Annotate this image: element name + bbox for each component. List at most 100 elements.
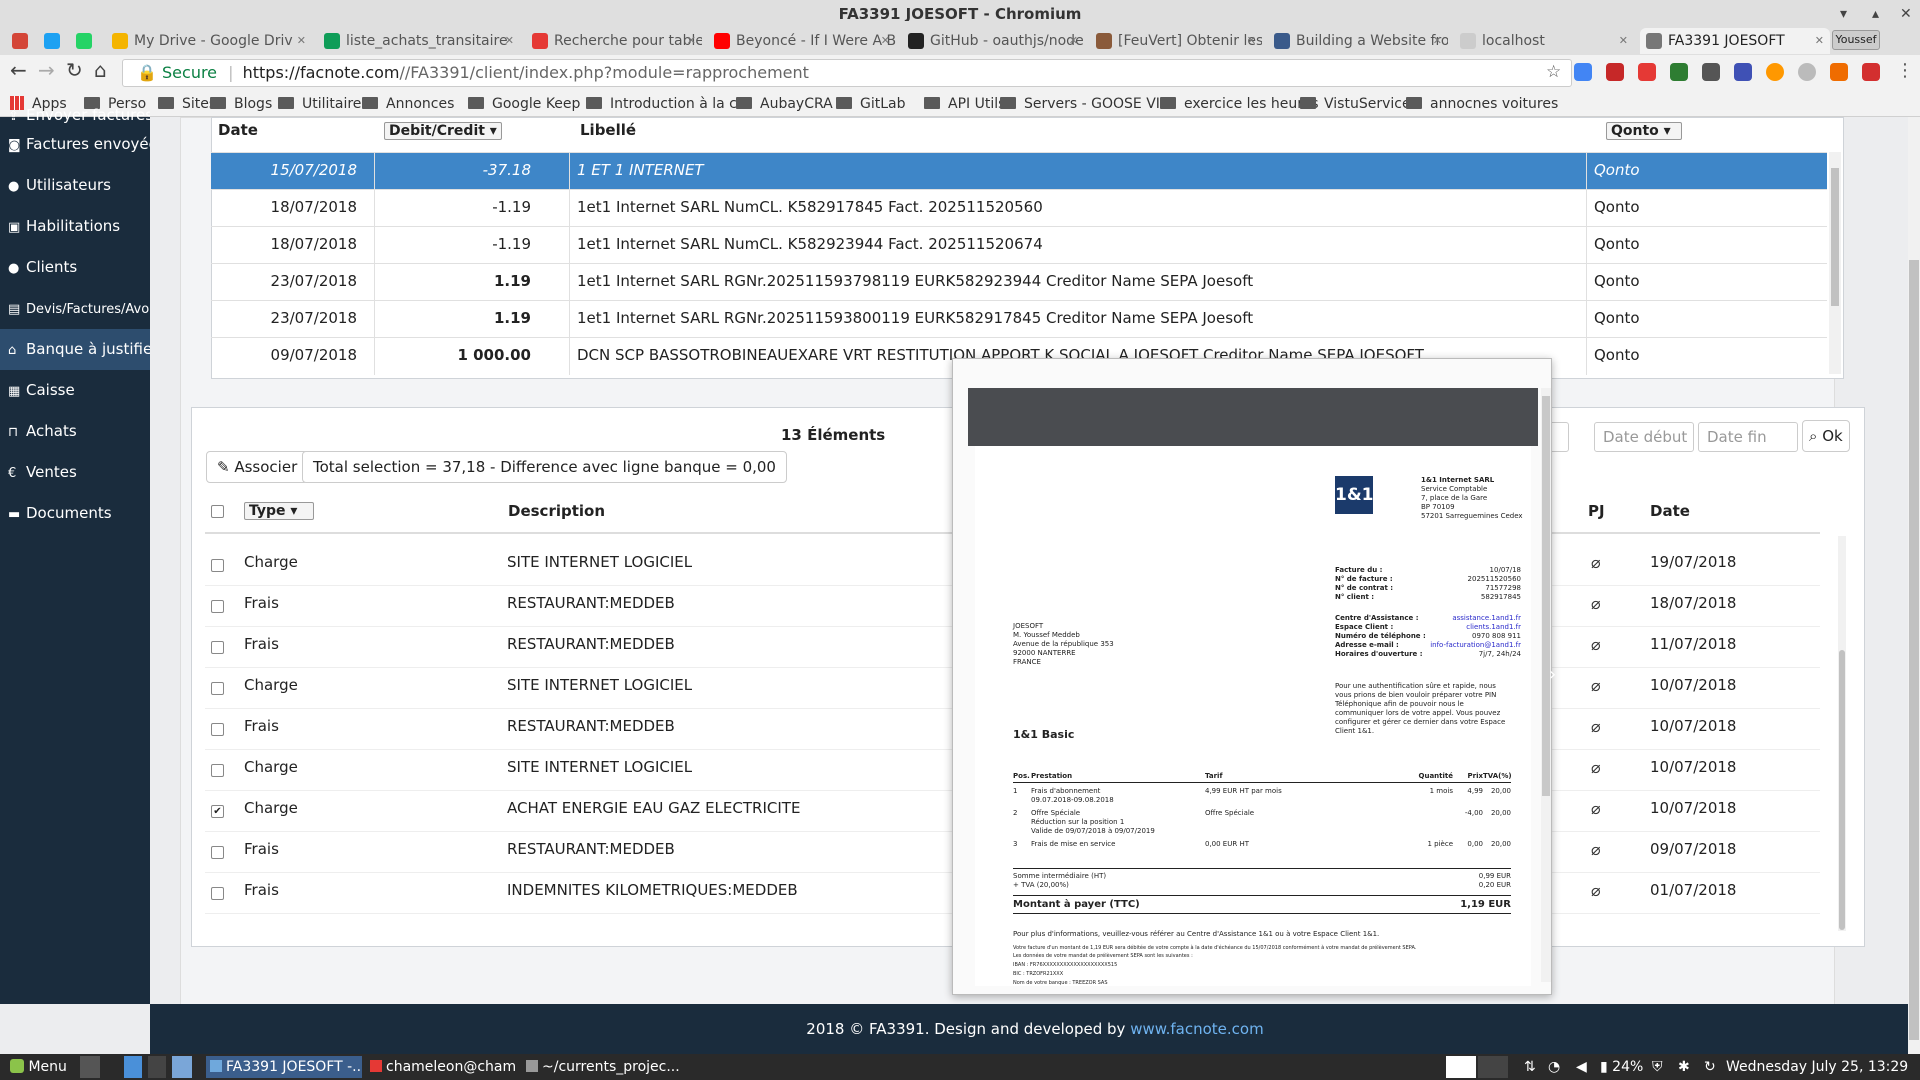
terminal-launcher-icon[interactable] — [148, 1056, 166, 1078]
row-checkbox[interactable] — [211, 846, 224, 859]
bank-row[interactable]: 23/07/2018 1.19 1et1 Internet SARL RGNr.20… — [211, 263, 1827, 301]
attachment-icon[interactable]: ⌀ — [1591, 594, 1601, 613]
date-end-input[interactable]: Date fin — [1698, 422, 1798, 452]
taskbar-window-2[interactable]: ~/currents_projec... — [522, 1056, 692, 1078]
menu-icon[interactable]: ⋮ — [1896, 60, 1914, 81]
address-bar[interactable]: 🔒 Secure | https://facnote.com//FA3391/c… — [122, 59, 1572, 87]
tab-close-icon[interactable]: ✕ — [881, 28, 890, 54]
sidebar-item-banque-justifier[interactable]: ⌂ Banque à justifier — [0, 329, 150, 370]
bank-row[interactable]: 23/07/2018 1.19 1et1 Internet SARL RGNr.20… — [211, 300, 1827, 338]
tab-2[interactable] — [70, 28, 100, 54]
sidebar-item-clients[interactable]: ● Clients — [0, 247, 150, 288]
bookmark-10[interactable]: API Utils — [924, 95, 1005, 113]
bluetooth-icon[interactable]: ✱ — [1674, 1056, 1694, 1078]
reload-icon[interactable]: ↻ — [66, 58, 83, 82]
network-icon[interactable]: ⇅ — [1520, 1056, 1540, 1078]
attachment-icon[interactable]: ⌀ — [1591, 676, 1601, 695]
files-launcher-icon[interactable] — [172, 1056, 192, 1078]
volume-icon[interactable]: ◀ — [1572, 1056, 1591, 1078]
tab-0[interactable] — [6, 28, 34, 54]
tab-3[interactable]: My Drive - Google Driv ✕ — [106, 28, 312, 54]
tab-close-icon[interactable]: ✕ — [1619, 28, 1628, 54]
attachment-icon[interactable]: ⌀ — [1591, 635, 1601, 654]
bookmark-12[interactable]: exercice les heures — [1160, 95, 1319, 113]
select-all-checkbox[interactable] — [211, 505, 224, 518]
tab-8[interactable]: [FeuVert] Obtenir les in✕ — [1090, 28, 1262, 54]
tab-close-icon[interactable]: ✕ — [1247, 28, 1256, 54]
tab-close-icon[interactable]: ✕ — [1433, 28, 1442, 54]
bookmark-8[interactable]: AubayCRA — [736, 95, 833, 113]
tab-close-icon[interactable]: ✕ — [687, 28, 696, 54]
row-checkbox[interactable] — [211, 723, 224, 736]
attachment-icon[interactable]: ⌀ — [1591, 717, 1601, 736]
workspace-2[interactable] — [1478, 1056, 1508, 1078]
viewer-next-icon[interactable]: › — [1549, 664, 1556, 685]
date-start-input[interactable]: Date début — [1594, 422, 1694, 452]
calendar-icon[interactable] — [1734, 63, 1752, 81]
bookmark-14[interactable]: annocnes voitures — [1406, 95, 1558, 113]
screenshot-icon[interactable] — [1670, 63, 1688, 81]
yab-icon[interactable] — [1862, 63, 1880, 81]
bank-scroll-thumb[interactable] — [1831, 168, 1839, 306]
taskbar-window-1[interactable]: chameleon@cham... — [366, 1056, 516, 1078]
bookmark-11[interactable]: Servers - GOOSE VI — [1000, 95, 1160, 113]
clock[interactable]: Wednesday July 25, 13:29 — [1722, 1056, 1912, 1078]
sidebar-item-devis-factures-avoir[interactable]: ▤ Devis/Factures/Avoir — [0, 288, 150, 329]
sidebar-item-factures-envoy-es[interactable]: ◙ Factures envoyées — [0, 124, 150, 165]
sidebar-item-achats[interactable]: ⊓ Achats — [0, 411, 150, 452]
opera-icon[interactable] — [1638, 63, 1656, 81]
chromium-launcher-icon[interactable] — [124, 1056, 142, 1078]
bookmark-3[interactable]: Blogs — [210, 95, 272, 113]
bookmark-9[interactable]: GitLab — [836, 95, 906, 113]
back-icon[interactable]: ← — [10, 58, 27, 82]
sidebar-item-caisse[interactable]: ▦ Caisse — [0, 370, 150, 411]
row-checkbox[interactable] — [211, 559, 224, 572]
start-menu-button[interactable]: Menu — [6, 1056, 71, 1078]
tab-close-icon[interactable]: ✕ — [297, 28, 306, 54]
tab-9[interactable]: Building a Website fron ✕ — [1268, 28, 1448, 54]
row-checkbox[interactable] — [211, 887, 224, 900]
row-checkbox[interactable] — [211, 641, 224, 654]
battery-indicator[interactable]: ▮ 24% — [1596, 1056, 1647, 1078]
attachment-icon[interactable]: ⌀ — [1591, 758, 1601, 777]
page-scroll-thumb[interactable] — [1909, 260, 1919, 1040]
attachment-icon[interactable]: ⌀ — [1591, 553, 1601, 572]
extension-icon[interactable] — [1702, 63, 1720, 81]
tab-6[interactable]: Beyoncé - If I Were A B ✕ — [708, 28, 896, 54]
adblock-icon[interactable] — [1606, 63, 1624, 81]
home-icon[interactable]: ⌂ — [94, 58, 107, 82]
sidebar-item-habilitations[interactable]: ▣ Habilitations — [0, 206, 150, 247]
tab-11[interactable]: FA3391 JOESOFT ✕ — [1640, 28, 1830, 54]
bank-row[interactable]: 18/07/2018 -1.19 1et1 Internet SARL NumCL.… — [211, 226, 1827, 264]
bookmark-5[interactable]: Annonces — [362, 95, 454, 113]
bank-filter-select[interactable]: Qonto ▾ — [1606, 121, 1682, 140]
tab-close-icon[interactable]: ✕ — [1069, 28, 1078, 54]
bookmark-13[interactable]: VistuService — [1300, 95, 1411, 113]
tab-10[interactable]: localhost ✕ — [1454, 28, 1634, 54]
update-icon[interactable]: ↻ — [1700, 1056, 1720, 1078]
star-icon[interactable]: ☆ — [1546, 62, 1561, 82]
bank-row[interactable]: 15/07/2018 -37.18 1 ET 1 INTERNET Qonto — [211, 152, 1827, 190]
sidebar-item-documents[interactable]: ▬ Documents — [0, 493, 150, 534]
col-debit-header[interactable]: Debit/Credit ▾ — [384, 121, 502, 140]
attachment-icon[interactable]: ⌀ — [1591, 799, 1601, 818]
shield-icon[interactable]: ⛨ — [1648, 1056, 1667, 1078]
tab-5[interactable]: Recherche pour tablea ✕ — [526, 28, 702, 54]
docs-scroll-thumb[interactable] — [1839, 650, 1845, 930]
attachment-icon[interactable]: ⌀ — [1591, 840, 1601, 859]
row-checkbox[interactable]: ✔ — [211, 805, 224, 818]
row-checkbox[interactable] — [211, 764, 224, 777]
type-filter-select[interactable]: Type ▾ — [244, 501, 314, 520]
tab-1[interactable] — [38, 28, 66, 54]
associate-button[interactable]: ✎ Associer — [206, 451, 309, 483]
row-checkbox[interactable] — [211, 682, 224, 695]
footer-link[interactable]: www.facnote.com — [1130, 1020, 1264, 1038]
translate-icon[interactable] — [1574, 63, 1592, 81]
wifi-icon[interactable]: ◔ — [1544, 1056, 1564, 1078]
bookmark-4[interactable]: Utilitaires — [278, 95, 369, 113]
cookie-icon[interactable] — [1766, 63, 1784, 81]
desktop-icon[interactable] — [80, 1056, 100, 1078]
sidebar-item-envoyer-factures[interactable]: ⇪ Envoyer factures — [0, 105, 150, 125]
sidebar-item-ventes[interactable]: € Ventes — [0, 452, 150, 493]
forward-icon[interactable]: → — [38, 58, 55, 82]
